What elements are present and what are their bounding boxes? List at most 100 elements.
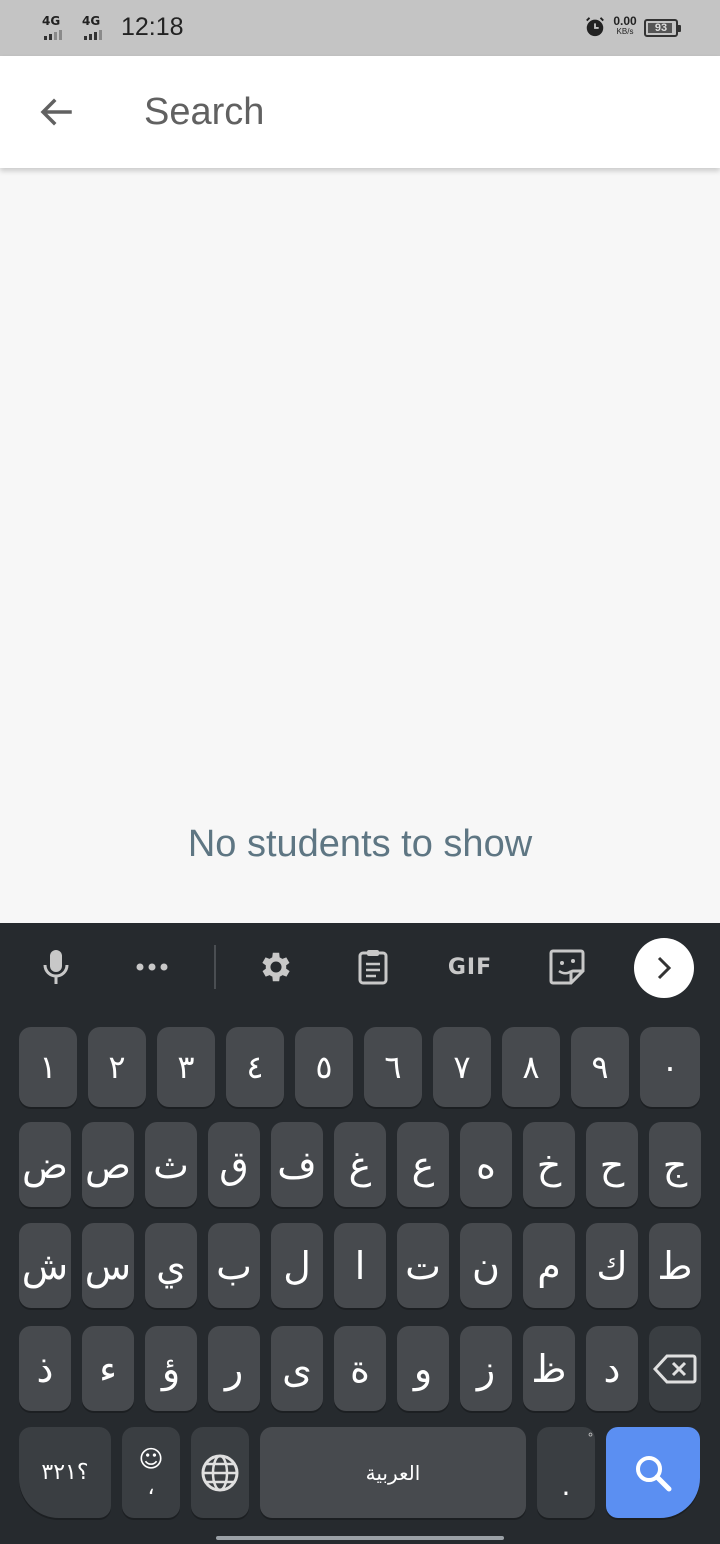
key[interactable]: ك	[586, 1223, 638, 1308]
key[interactable]: ٦	[364, 1027, 422, 1107]
key[interactable]: غ	[334, 1122, 386, 1207]
key-label: ل	[283, 1243, 311, 1288]
key-label: ف	[277, 1142, 317, 1187]
key[interactable]: ٢	[88, 1027, 146, 1107]
key[interactable]: ذ	[19, 1326, 71, 1411]
key-label: س	[84, 1243, 132, 1288]
globe-key[interactable]	[191, 1427, 249, 1518]
key-label: ج	[662, 1142, 688, 1187]
chevron-right-icon[interactable]	[634, 938, 694, 998]
network-type-label: 4G	[42, 14, 61, 28]
key-label: ض	[22, 1142, 68, 1187]
key[interactable]: ٨	[502, 1027, 560, 1107]
key[interactable]: ٤	[226, 1027, 284, 1107]
key[interactable]: ل	[271, 1223, 323, 1308]
key[interactable]: ع	[397, 1122, 449, 1207]
alarm-icon	[586, 17, 604, 37]
gif-button[interactable]: GIF	[444, 945, 496, 989]
symbols-key[interactable]: ؟٣٢١	[19, 1427, 111, 1518]
key[interactable]: ى	[271, 1326, 323, 1411]
space-key-label: العربية	[365, 1460, 421, 1485]
search-input[interactable]	[144, 84, 684, 140]
key[interactable]: ء	[82, 1326, 134, 1411]
network-speed-unit: KB/s	[616, 27, 634, 36]
key[interactable]: ١	[19, 1027, 77, 1107]
key-label: ر	[224, 1346, 244, 1391]
key[interactable]: ة	[334, 1326, 386, 1411]
emoji-icon: ☺	[138, 1444, 164, 1473]
period-key[interactable]: ْ .	[537, 1427, 595, 1518]
keyboard-toolbar: GIF	[0, 923, 720, 1015]
key[interactable]: ض	[19, 1122, 71, 1207]
key[interactable]: ٩	[571, 1027, 629, 1107]
cell-signal-1: 4G	[42, 14, 76, 40]
symbols-key-label: ؟٣٢١	[41, 1460, 89, 1485]
key-label: ه	[476, 1142, 496, 1187]
key[interactable]: ج	[649, 1122, 701, 1207]
key[interactable]: ت	[397, 1223, 449, 1308]
arrow-left-icon[interactable]	[34, 90, 78, 134]
backspace-icon	[653, 1354, 697, 1383]
key-label: ٧	[453, 1048, 471, 1086]
key[interactable]: ق	[208, 1122, 260, 1207]
key[interactable]: ه	[460, 1122, 512, 1207]
key[interactable]: ٣	[157, 1027, 215, 1107]
key-label: ٤	[246, 1048, 264, 1086]
key[interactable]: ز	[460, 1326, 512, 1411]
clipboard-icon[interactable]	[351, 945, 395, 989]
key[interactable]: ٥	[295, 1027, 353, 1107]
results-area: No students to show	[0, 168, 720, 923]
network-speed-value: 0.00	[613, 14, 637, 28]
key[interactable]: ط	[649, 1223, 701, 1308]
key[interactable]: ش	[19, 1223, 71, 1308]
toolbar-divider	[214, 945, 216, 989]
key[interactable]: ف	[271, 1122, 323, 1207]
key-label: ز	[476, 1346, 496, 1391]
key[interactable]: و	[397, 1326, 449, 1411]
app-bar	[0, 56, 720, 168]
key[interactable]: ن	[460, 1223, 512, 1308]
key-label: ٥	[315, 1048, 333, 1086]
key-label: ا	[354, 1243, 366, 1288]
emoji-comma-key[interactable]: ☺ ،	[122, 1427, 180, 1518]
battery-percent: 93	[654, 22, 668, 34]
network-speed: 0.00 KB/s	[610, 15, 640, 36]
key[interactable]: ظ	[523, 1326, 575, 1411]
cell-signal-2: 4G	[82, 14, 116, 40]
key[interactable]: ر	[208, 1326, 260, 1411]
key[interactable]: ي	[145, 1223, 197, 1308]
key-label: ٨	[522, 1048, 540, 1086]
key[interactable]: ا	[334, 1223, 386, 1308]
search-key[interactable]	[606, 1427, 700, 1518]
mic-icon[interactable]	[34, 945, 78, 989]
status-bar: 4G 4G 12:18 0.00 KB/s 93	[0, 0, 720, 56]
settings-icon[interactable]	[254, 945, 298, 989]
backspace-key[interactable]	[649, 1326, 701, 1411]
key-label: ٣	[177, 1048, 195, 1086]
sticker-icon[interactable]	[545, 945, 589, 989]
more-icon[interactable]	[130, 945, 174, 989]
network-type-label: 4G	[82, 14, 101, 28]
space-key[interactable]: العربية	[260, 1427, 526, 1518]
signal-bars-icon	[84, 30, 102, 40]
key-label: ب	[216, 1243, 252, 1288]
key[interactable]: ؤ	[145, 1326, 197, 1411]
key-label: ن	[472, 1243, 500, 1288]
key[interactable]: ٠	[640, 1027, 700, 1107]
key-label: ظ	[531, 1346, 567, 1391]
key[interactable]: خ	[523, 1122, 575, 1207]
gesture-nav-handle[interactable]	[216, 1536, 504, 1540]
key[interactable]: ح	[586, 1122, 638, 1207]
key[interactable]: د	[586, 1326, 638, 1411]
key[interactable]: ب	[208, 1223, 260, 1308]
key[interactable]: ث	[145, 1122, 197, 1207]
key[interactable]: ص	[82, 1122, 134, 1207]
key[interactable]: ٧	[433, 1027, 491, 1107]
empty-state-message: No students to show	[187, 823, 533, 865]
gif-label: GIF	[447, 954, 493, 980]
globe-icon	[201, 1454, 239, 1491]
status-time: 12:18	[121, 13, 184, 41]
key[interactable]: م	[523, 1223, 575, 1308]
key[interactable]: س	[82, 1223, 134, 1308]
key-label: ة	[350, 1346, 370, 1391]
